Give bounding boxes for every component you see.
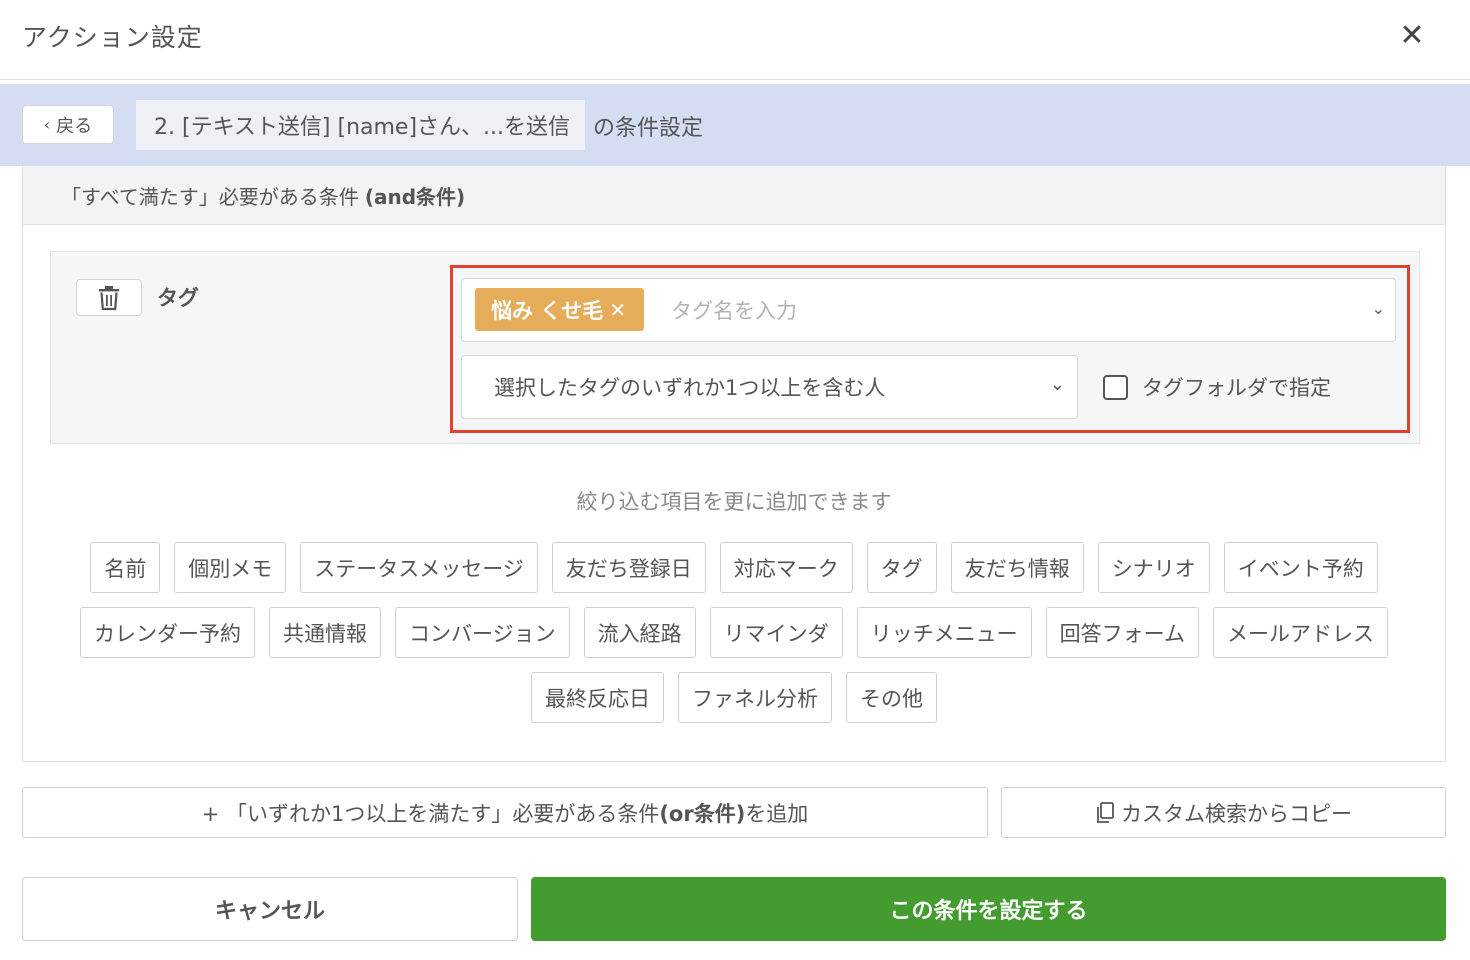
- filter-item-button[interactable]: 共通情報: [269, 607, 382, 658]
- filter-item-list: 名前 個別メモ ステータスメッセージ 友だち登録日 対応マーク タグ 友だち情報…: [23, 542, 1445, 737]
- and-condition-heading: 「すべて満たす」必要がある条件 (and条件): [23, 166, 1445, 225]
- filter-item-row: 名前 個別メモ ステータスメッセージ 友だち登録日 対応マーク タグ 友だち情報…: [23, 542, 1445, 593]
- tag-folder-checkbox-label: タグフォルダで指定: [1142, 376, 1331, 400]
- condition-breadcrumb-bar: ‹ 戻る 2. [テキスト送信] [name]さん、...を送信 の条件設定: [0, 84, 1470, 166]
- filter-item-button[interactable]: リマインダ: [709, 607, 843, 658]
- close-icon[interactable]: ✕: [1394, 16, 1430, 56]
- filter-item-button[interactable]: 個別メモ: [174, 542, 287, 593]
- filter-item-button[interactable]: リッチメニュー: [856, 607, 1032, 658]
- cancel-button[interactable]: キャンセル: [22, 877, 518, 941]
- filter-item-button[interactable]: タグ: [866, 542, 937, 593]
- tag-condition-row: タグ 悩み くせ毛 ✕ ⌄ 選択したタグのいずれか1つ以上を含む人 ⌄ タグフォ…: [50, 251, 1420, 444]
- chip-remove-icon[interactable]: ✕: [609, 298, 626, 322]
- checkbox-box[interactable]: [1103, 374, 1128, 400]
- filter-item-button[interactable]: その他: [846, 672, 937, 723]
- filter-item-button[interactable]: 回答フォーム: [1045, 607, 1199, 658]
- tag-search-input[interactable]: [671, 293, 1361, 329]
- condition-setting-label: の条件設定: [593, 116, 704, 141]
- chevron-left-icon: ‹: [43, 115, 51, 134]
- tag-select-input[interactable]: 悩み くせ毛 ✕ ⌄: [461, 278, 1396, 342]
- modal-header: アクション設定 ✕: [0, 0, 1470, 80]
- or-button-suffix: を追加: [745, 801, 809, 826]
- copy-icon: [1097, 801, 1114, 823]
- or-button-bold: (or条件): [659, 801, 746, 826]
- action-name: 2. [テキスト送信] [name]さん、...を送信: [136, 100, 585, 150]
- filter-item-button[interactable]: 友だち情報: [950, 542, 1084, 593]
- filter-item-row: 最終反応日 ファネル分析 その他: [23, 672, 1445, 723]
- filter-item-button[interactable]: コンバージョン: [395, 607, 570, 658]
- and-condition-heading-bold: (and条件): [364, 184, 466, 209]
- and-condition-heading-text: 「すべて満たす」必要がある条件: [61, 184, 359, 209]
- delete-condition-button[interactable]: [76, 279, 142, 316]
- chevron-down-icon[interactable]: ⌄: [1372, 299, 1385, 318]
- filter-item-button[interactable]: カレンダー予約: [80, 607, 256, 658]
- condition-type-label: タグ: [157, 286, 199, 310]
- tag-folder-checkbox[interactable]: タグフォルダで指定: [1103, 372, 1331, 402]
- copy-button-label: カスタム検索からコピー: [1121, 801, 1352, 826]
- filter-item-button[interactable]: 流入経路: [583, 607, 696, 658]
- match-mode-value: 選択したタグのいずれか1つ以上を含む人: [494, 376, 886, 400]
- filter-item-button[interactable]: ステータスメッセージ: [300, 542, 538, 593]
- add-filter-hint: 絞り込む項目を更に追加できます: [576, 490, 892, 514]
- add-or-condition-button[interactable]: + 「いずれか1つ以上を満たす」必要がある条件 (or条件) を追加: [22, 787, 988, 838]
- filter-item-button[interactable]: シナリオ: [1097, 542, 1210, 593]
- tag-settings-highlight: 悩み くせ毛 ✕ ⌄ 選択したタグのいずれか1つ以上を含む人 ⌄ タグフォルダで…: [450, 265, 1410, 433]
- copy-from-custom-search-button[interactable]: カスタム検索からコピー: [1001, 787, 1446, 838]
- back-button-label: 戻る: [56, 115, 93, 137]
- tag-chip: 悩み くせ毛 ✕: [475, 288, 645, 331]
- back-button[interactable]: ‹ 戻る: [22, 105, 114, 144]
- filter-item-button[interactable]: 名前: [90, 542, 161, 593]
- tag-chip-label: 悩み くせ毛: [491, 298, 604, 323]
- match-mode-select[interactable]: 選択したタグのいずれか1つ以上を含む人 ⌄: [461, 355, 1078, 419]
- filter-item-button[interactable]: 対応マーク: [719, 542, 853, 593]
- set-condition-button[interactable]: この条件を設定する: [531, 877, 1446, 941]
- trash-icon: [99, 285, 119, 310]
- filter-item-button[interactable]: 友だち登録日: [551, 542, 706, 593]
- filter-item-button[interactable]: 最終反応日: [531, 672, 664, 723]
- filter-item-button[interactable]: イベント予約: [1223, 542, 1378, 593]
- filter-item-button[interactable]: メールアドレス: [1212, 607, 1388, 658]
- filter-item-row: カレンダー予約 共通情報 コンバージョン 流入経路 リマインダ リッチメニュー …: [23, 607, 1445, 658]
- and-condition-panel: 「すべて満たす」必要がある条件 (and条件) タグ 悩み くせ毛 ✕ ⌄: [22, 166, 1446, 762]
- modal-title: アクション設定: [22, 23, 203, 52]
- or-button-prefix: + 「いずれか1つ以上を満たす」必要がある条件: [201, 801, 660, 826]
- filter-item-button[interactable]: ファネル分析: [678, 672, 832, 723]
- chevron-down-icon: ⌄: [1049, 374, 1065, 395]
